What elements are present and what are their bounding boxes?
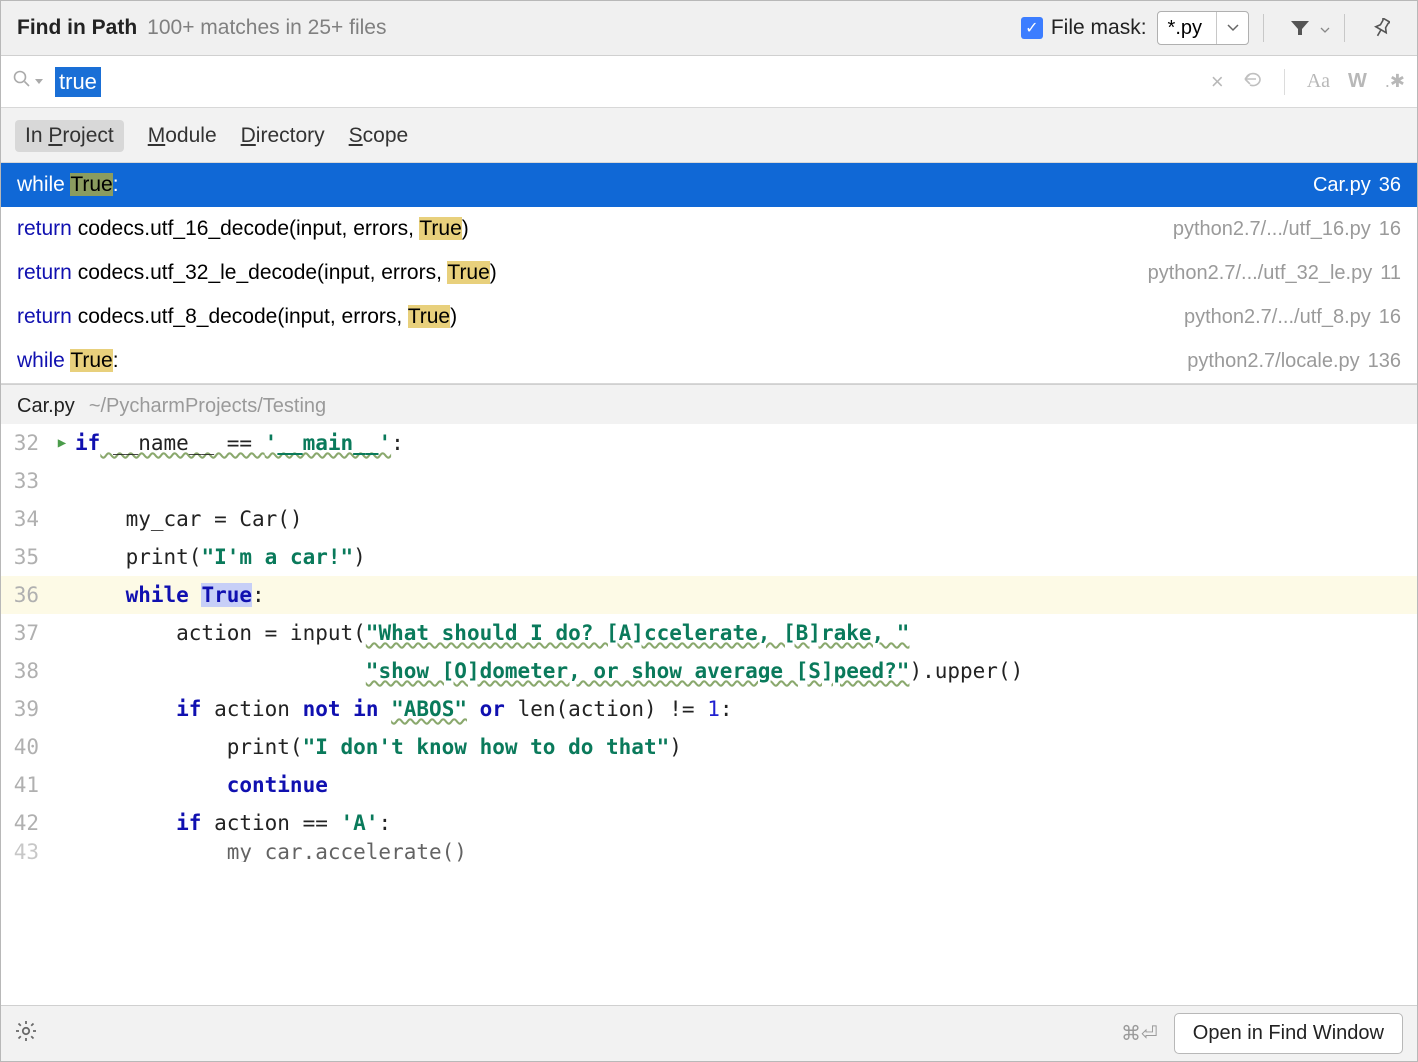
line-number: 32 <box>1 424 49 462</box>
result-path: python2.7/.../utf_16.py <box>1173 218 1371 241</box>
pin-icon[interactable] <box>1361 11 1401 45</box>
scope-tabs: In Project Module Directory Scope <box>1 108 1417 162</box>
tab-in-project[interactable]: In Project <box>15 120 124 152</box>
result-row[interactable]: return codecs.utf_16_decode(input, error… <box>1 207 1417 251</box>
result-row[interactable]: while True: python2.7/locale.py 136 <box>1 339 1417 383</box>
tab-module[interactable]: Module <box>148 124 217 148</box>
preview-file-path: ~/PycharmProjects/Testing <box>89 395 326 418</box>
tab-scope[interactable]: Scope <box>349 124 409 148</box>
line-number: 39 <box>1 690 49 728</box>
result-line-number: 11 <box>1380 262 1401 285</box>
line-number: 40 <box>1 728 49 766</box>
result-line-number: 16 <box>1379 218 1401 241</box>
search-input[interactable]: true <box>55 56 1211 107</box>
shortcut-hint: ⌘⏎ <box>1121 1021 1158 1046</box>
regex-icon[interactable]: .✱ <box>1385 71 1405 92</box>
code-line: print("I'm a car!") <box>75 538 1417 576</box>
line-number: 34 <box>1 500 49 538</box>
result-line-number: 36 <box>1379 174 1401 197</box>
code-line: action = input("What should I do? [A]cce… <box>75 614 1417 652</box>
result-code: return codecs.utf_8_decode(input, errors… <box>17 305 1172 329</box>
divider <box>1263 14 1264 42</box>
code-line: my_car = Car() <box>75 500 1417 538</box>
bottom-bar: ⌘⏎ Open in Find Window <box>1 1005 1417 1061</box>
result-path: Car.py <box>1313 174 1371 197</box>
line-number: 37 <box>1 614 49 652</box>
filter-icon[interactable] <box>1280 11 1320 45</box>
results-list: while True: Car.py 36 return codecs.utf_16_… <box>1 162 1417 384</box>
search-bar: true × Aa W .✱ <box>1 56 1417 108</box>
result-line-number: 136 <box>1368 350 1401 373</box>
code-line: "show [O]dometer, or show average [S]pee… <box>75 652 1417 690</box>
result-code: return codecs.utf_16_decode(input, error… <box>17 217 1161 241</box>
result-code: return codecs.utf_32_le_decode(input, er… <box>17 261 1136 285</box>
result-path: python2.7/locale.py <box>1187 350 1359 373</box>
match-count: 100+ matches in 25+ files <box>147 16 386 40</box>
result-code: while True: <box>17 173 1301 197</box>
titlebar: Find in Path 100+ matches in 25+ files ✓… <box>1 1 1417 56</box>
divider <box>1284 69 1285 95</box>
line-number: 43 <box>1 842 49 862</box>
line-number: 38 <box>1 652 49 690</box>
result-path: python2.7/.../utf_8.py <box>1184 306 1371 329</box>
preview-header: Car.py ~/PycharmProjects/Testing <box>1 384 1417 424</box>
line-number: 41 <box>1 766 49 804</box>
history-back-icon[interactable] <box>1242 70 1262 93</box>
code-line: if __name__ == '__main__': <box>75 424 1417 462</box>
file-mask-checkbox[interactable]: ✓ <box>1021 17 1043 39</box>
search-icon <box>13 70 31 93</box>
line-number: 35 <box>1 538 49 576</box>
code-line: while True: <box>75 576 1417 614</box>
line-number: 33 <box>1 462 49 500</box>
search-query-text: true <box>55 67 101 97</box>
preview-file-name: Car.py <box>17 395 75 418</box>
search-history-dropdown-icon[interactable] <box>35 77 43 88</box>
line-number: 36 <box>1 576 49 614</box>
result-path: python2.7/.../utf_32_le.py <box>1148 262 1373 285</box>
code-line: if action == 'A': <box>75 804 1417 842</box>
file-mask-label: File mask: <box>1051 16 1147 40</box>
result-row[interactable]: while True: Car.py 36 <box>1 163 1417 207</box>
result-code: while True: <box>17 349 1175 373</box>
run-gutter-icon[interactable]: ▶ <box>49 424 75 462</box>
result-row[interactable]: return codecs.utf_32_le_decode(input, er… <box>1 251 1417 295</box>
code-line: if action not in "ABOS" or len(action) !… <box>75 690 1417 728</box>
dialog-title: Find in Path <box>17 16 137 40</box>
result-line-number: 16 <box>1379 306 1401 329</box>
open-in-find-window-button[interactable]: Open in Find Window <box>1174 1013 1403 1054</box>
words-icon[interactable]: W <box>1348 70 1367 93</box>
line-number: 42 <box>1 804 49 842</box>
code-line: continue <box>75 766 1417 804</box>
preview-editor[interactable]: 32 ▶ if __name__ == '__main__': 33 34 my… <box>1 424 1417 1005</box>
code-line: my_car.accelerate() <box>75 842 1417 862</box>
match-case-icon[interactable]: Aa <box>1307 70 1330 93</box>
divider <box>1344 14 1345 42</box>
result-row[interactable]: return codecs.utf_8_decode(input, errors… <box>1 295 1417 339</box>
code-line: print("I don't know how to do that") <box>75 728 1417 766</box>
clear-icon[interactable]: × <box>1211 69 1224 95</box>
file-mask-combobox[interactable]: *.py <box>1157 11 1249 45</box>
file-mask-value: *.py <box>1158 17 1216 40</box>
chevron-down-icon[interactable] <box>1216 12 1248 44</box>
tab-directory[interactable]: Directory <box>241 124 325 148</box>
gear-icon[interactable] <box>15 1020 37 1048</box>
filter-dropdown-icon[interactable] <box>1320 16 1330 40</box>
